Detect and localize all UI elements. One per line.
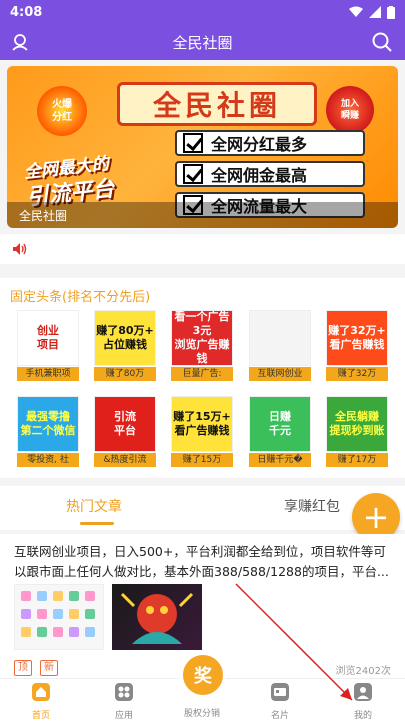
feature-label: 全网分红最多 xyxy=(211,135,308,154)
feature-label: 全网佣金最高 xyxy=(211,166,308,185)
article-thumbnail[interactable] xyxy=(112,584,202,650)
headline-image: 日赚 千元 xyxy=(249,396,311,452)
headline-tile[interactable]: 全民躺赚 提现秒到账 赚了17万 xyxy=(326,396,388,467)
headline-tile[interactable]: 日赚 千元 日赚千元� xyxy=(249,396,311,467)
headline-caption: 巨量广告: xyxy=(171,367,233,381)
promo-banner[interactable]: 火爆 分红 全民社圈 加入 瞬赚 全网最大的 引流平台 全网分红最多 全网佣金最… xyxy=(7,66,398,228)
nav-business-card[interactable]: 名片 xyxy=(250,683,310,721)
card-icon xyxy=(271,683,289,701)
profile-icon xyxy=(354,683,372,701)
apps-grid-icon xyxy=(115,683,133,701)
headline-image: 赚了15万+ 看广告赚钱 xyxy=(171,396,233,452)
app-grid-image xyxy=(21,591,95,637)
signal-icon xyxy=(369,6,381,18)
view-count: 浏览2402次 xyxy=(335,666,391,677)
headline-caption: 零投资, 社 xyxy=(17,453,79,467)
headline-image xyxy=(249,310,311,366)
home-icon xyxy=(32,683,50,701)
nav-mine[interactable]: 我的 xyxy=(333,683,393,721)
headline-image: 全民躺赚 提现秒到账 xyxy=(326,396,388,452)
headline-image: 创业 项目 xyxy=(17,310,79,366)
headline-caption: 赚了15万 xyxy=(171,453,233,467)
banner-title: 全民社圈 xyxy=(117,82,317,126)
banner-caption: 全民社圈 xyxy=(7,202,398,228)
battery-icon xyxy=(387,5,395,19)
headline-caption: 赚了17万 xyxy=(326,453,388,467)
headline-caption: &热度引流 xyxy=(94,453,156,467)
tab-hot-articles[interactable]: 热门文章 xyxy=(66,496,122,516)
section-title: 固定头条(排名不分先后) xyxy=(10,290,151,305)
search-icon[interactable] xyxy=(371,31,393,53)
nav-apps[interactable]: 应用 xyxy=(94,683,154,721)
active-tab-indicator xyxy=(80,522,114,525)
top-app-bar: 全民社圈 xyxy=(0,24,405,60)
article-thumbnail[interactable] xyxy=(14,584,104,650)
pinned-badge: 顶 xyxy=(14,660,32,676)
headline-tile[interactable]: 赚了32万+ 看广告赚钱 赚了32万 xyxy=(326,310,388,381)
feature-item: 全网佣金最高 xyxy=(175,161,365,187)
nav-label: 名片 xyxy=(270,711,289,721)
user-service-icon[interactable] xyxy=(10,32,30,52)
nav-label: 首页 xyxy=(31,711,50,721)
fixed-headlines-section: 固定头条(排名不分先后) 创业 项目 手机兼职项 赚了80万+ 占位赚钱 赚了80万看… xyxy=(0,278,405,478)
headline-caption: 赚了32万 xyxy=(326,367,388,381)
headline-tile[interactable]: 赚了80万+ 占位赚钱 赚了80万 xyxy=(94,310,156,381)
headline-tile[interactable]: 赚了15万+ 看广告赚钱 赚了15万 xyxy=(171,396,233,467)
headline-image: 赚了80万+ 占位赚钱 xyxy=(94,310,156,366)
checkbox-icon xyxy=(183,133,203,153)
headline-caption: 日赚千元� xyxy=(249,453,311,467)
status-time: 4:08 xyxy=(10,4,43,20)
tab-share-redpacket[interactable]: 享赚红包 xyxy=(284,496,340,516)
nav-label: 我的 xyxy=(353,711,372,721)
dragon-image xyxy=(120,592,194,644)
feature-item: 全网分红最多 xyxy=(175,130,365,156)
headline-image: 看一个广告3元 浏览广告赚钱 xyxy=(171,310,233,366)
new-badge: 新 xyxy=(40,660,58,676)
headline-image: 赚了32万+ 看广告赚钱 xyxy=(326,310,388,366)
nav-label: 股权分销 xyxy=(183,709,220,719)
headline-tile[interactable]: 互联网创业 xyxy=(249,310,311,381)
checkbox-icon xyxy=(183,164,203,184)
nav-home[interactable]: 首页 xyxy=(11,683,71,721)
status-bar: 4:08 xyxy=(0,0,405,24)
announcement-bar[interactable] xyxy=(0,234,405,264)
join-earn-badge: 加入 瞬赚 xyxy=(326,86,374,134)
wifi-icon xyxy=(349,6,363,17)
article-text: 互联网创业项目，日入500+，平台利润都全给到位，项目软件等可以跟市面上任何人做… xyxy=(14,544,389,579)
headline-tile[interactable]: 看一个广告3元 浏览广告赚钱 巨量广告: xyxy=(171,310,233,381)
headline-tile[interactable]: 创业 项目 手机兼职项 xyxy=(17,310,79,381)
headline-tile[interactable]: 最强零撸 第二个微信 零投资, 社 xyxy=(17,396,79,467)
article-tabs: 热门文章 享赚红包 xyxy=(0,486,405,530)
nav-equity-distribution[interactable]: 股权分销 xyxy=(172,703,232,719)
hot-dividend-badge: 火爆 分红 xyxy=(37,86,87,136)
speaker-icon xyxy=(13,243,27,255)
headline-image: 引流 平台 xyxy=(94,396,156,452)
headline-caption: 手机兼职项 xyxy=(17,367,79,381)
headline-caption: 赚了80万 xyxy=(94,367,156,381)
page-title: 全民社圈 xyxy=(172,33,233,52)
headline-tile[interactable]: 引流 平台 &热度引流 xyxy=(94,396,156,467)
reward-center-button[interactable]: 奖 xyxy=(180,652,226,698)
headline-image: 最强零撸 第二个微信 xyxy=(17,396,79,452)
nav-label: 应用 xyxy=(114,711,133,721)
status-icons xyxy=(349,5,395,19)
headline-caption: 互联网创业 xyxy=(249,367,311,381)
